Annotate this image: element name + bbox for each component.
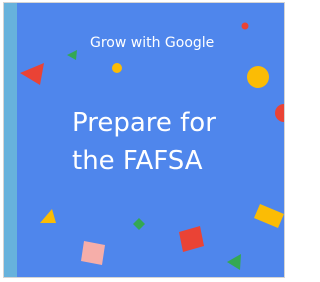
green-triangle-icon [67,50,77,60]
red-circle-icon [275,104,284,122]
red-triangle-icon [20,63,44,85]
fafsa-banner-card: Grow with Google Prepare for the FAFSA [3,2,285,278]
pink-square-icon [81,241,105,265]
yellow-circle-icon [247,66,269,88]
green-dot-icon [133,218,145,230]
left-accent-stripe [4,3,17,277]
yellow-dot-icon [112,63,122,73]
red-square-icon [179,226,204,252]
yellow-triangle-icon [40,209,56,223]
brand-text: Grow with Google [90,35,215,51]
yellow-square-icon [254,204,284,228]
green-triangle-icon [227,254,241,270]
red-dot-icon [241,22,249,30]
banner-title: Prepare for the FAFSA [72,108,216,176]
